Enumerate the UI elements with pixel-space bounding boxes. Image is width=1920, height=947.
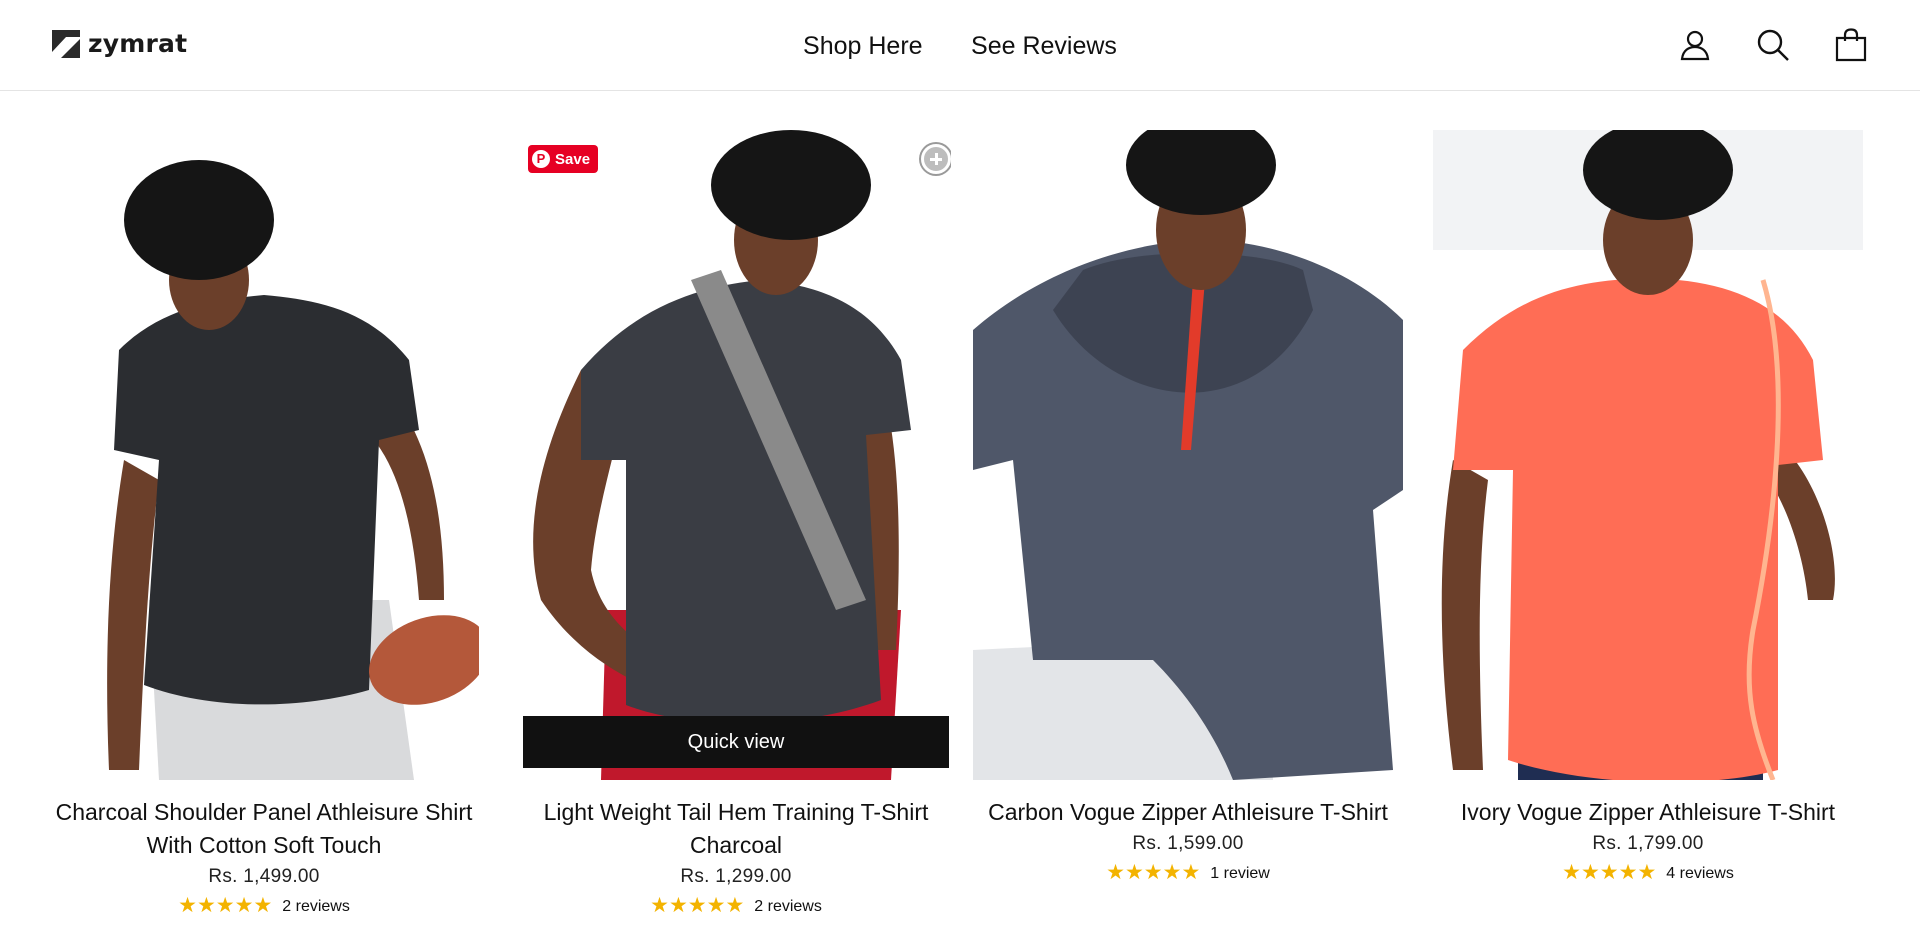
product-price: Rs. 1,299.00: [680, 866, 792, 887]
product-card[interactable]: Carbon Vogue Zipper Athleisure T-Shirt R…: [973, 130, 1403, 886]
quick-view-button[interactable]: Quick view: [523, 716, 949, 768]
save-label: Save: [555, 150, 591, 168]
product-title[interactable]: Charcoal Shoulder Panel Athleisure Shirt…: [49, 796, 479, 862]
review-count: 2 reviews: [754, 898, 822, 915]
pinterest-icon: P: [532, 150, 550, 168]
review-count: 1 review: [1210, 865, 1270, 882]
rating-stars: ★★★★★: [178, 894, 273, 917]
product-rating: ★★★★★ 2 reviews: [521, 894, 951, 919]
search-icon[interactable]: [1756, 28, 1790, 62]
product-price: Rs. 1,499.00: [208, 866, 320, 887]
product-title[interactable]: Ivory Vogue Zipper Athleisure T-Shirt: [1433, 796, 1863, 829]
review-count: 2 reviews: [282, 898, 350, 915]
product-rating: ★★★★★ 1 review: [973, 861, 1403, 886]
main-nav: Shop Here See Reviews: [0, 28, 1920, 64]
product-card[interactable]: P Save Quick view Light Weight Tail Hem …: [521, 130, 951, 919]
product-title[interactable]: Carbon Vogue Zipper Athleisure T-Shirt: [973, 796, 1403, 829]
product-photo: [521, 130, 951, 780]
product-price: Rs. 1,799.00: [1592, 833, 1704, 854]
product-card[interactable]: Charcoal Shoulder Panel Athleisure Shirt…: [49, 130, 479, 919]
product-rating: ★★★★★ 4 reviews: [1433, 861, 1863, 886]
rating-stars: ★★★★★: [1106, 861, 1201, 884]
product-image[interactable]: [1433, 130, 1863, 780]
cart-icon[interactable]: [1834, 28, 1868, 62]
review-count: 4 reviews: [1666, 865, 1734, 882]
product-image[interactable]: [49, 130, 479, 780]
product-title[interactable]: Light Weight Tail Hem Training T-Shirt C…: [521, 796, 951, 862]
product-image[interactable]: P Save Quick view: [521, 130, 951, 780]
pinterest-save-button[interactable]: P Save: [528, 145, 599, 173]
nav-shop-here[interactable]: Shop Here: [803, 28, 923, 64]
product-image[interactable]: [973, 130, 1403, 780]
product-photo: [1433, 130, 1863, 780]
product-photo: [49, 130, 479, 780]
nav-see-reviews[interactable]: See Reviews: [971, 28, 1117, 64]
product-rating: ★★★★★ 2 reviews: [49, 894, 479, 919]
product-photo: [973, 130, 1403, 780]
product-price: Rs. 1,599.00: [1132, 833, 1244, 854]
rating-stars: ★★★★★: [1562, 861, 1657, 884]
rating-stars: ★★★★★: [650, 894, 745, 917]
product-card[interactable]: Ivory Vogue Zipper Athleisure T-Shirt Rs…: [1433, 130, 1863, 886]
site-header: zymrat Shop Here See Reviews: [0, 0, 1920, 91]
zoom-icon[interactable]: [921, 144, 951, 174]
product-grid: Charcoal Shoulder Panel Athleisure Shirt…: [49, 130, 1871, 947]
account-icon[interactable]: [1678, 28, 1712, 62]
header-actions: [1678, 28, 1868, 62]
